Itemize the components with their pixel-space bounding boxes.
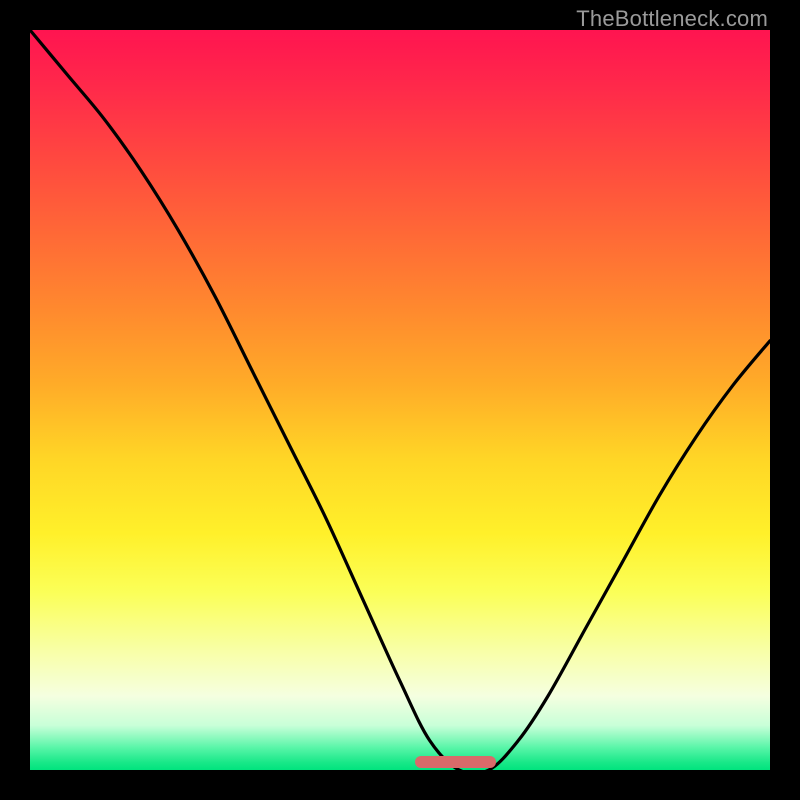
bottleneck-curve (30, 30, 770, 774)
plot-area (30, 30, 770, 770)
chart-frame: TheBottleneck.com (0, 0, 800, 800)
optimum-marker (415, 756, 496, 768)
curve-svg (30, 30, 770, 770)
watermark-text: TheBottleneck.com (576, 6, 768, 32)
